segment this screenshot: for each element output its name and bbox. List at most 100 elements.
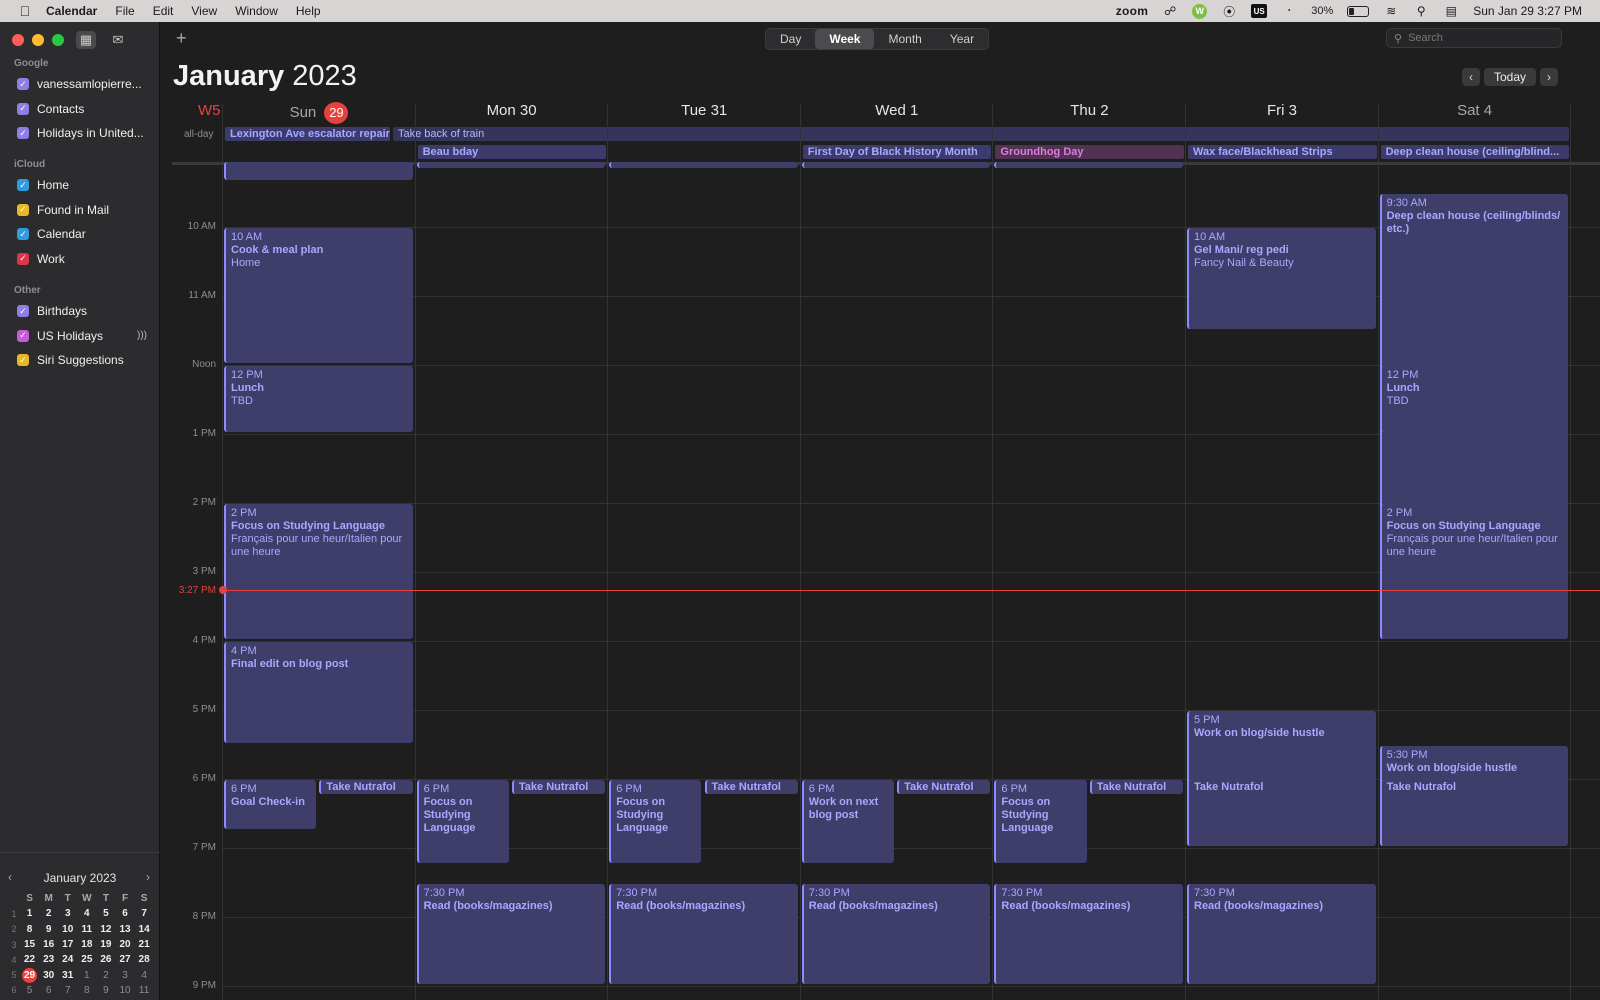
calendar-checkbox[interactable]: ✓	[17, 305, 29, 317]
mini-calendar-day[interactable]: 8	[77, 985, 96, 996]
apple-menu-icon[interactable]: 	[14, 3, 36, 19]
mini-calendar-day[interactable]: 31	[58, 970, 77, 981]
mini-calendar-today[interactable]: 29	[20, 967, 39, 983]
mini-calendar-day[interactable]: 5	[96, 908, 115, 919]
app-menu[interactable]: Calendar	[46, 4, 97, 18]
calendar-event[interactable]: Take Nutrafol	[1379, 780, 1569, 847]
inbox-icon[interactable]: ✉	[108, 31, 128, 49]
calendar-event[interactable]: Take Nutrafol	[1089, 780, 1183, 795]
calendar-event[interactable]: 6 PM Focus on Studying Language	[994, 780, 1087, 864]
day-header-sat[interactable]: Sat 4	[1379, 102, 1571, 119]
calendar-event[interactable]: 7:30 PM Read (books/magazines)	[416, 883, 606, 985]
previous-week-icon[interactable]: ‹	[1462, 68, 1480, 86]
bluetooth-icon[interactable]: ᛫	[1281, 4, 1297, 18]
sidebar-item-holidays-in-united[interactable]: ✓ Holidays in United...	[17, 123, 147, 143]
calendar-checkbox[interactable]: ✓	[17, 252, 29, 265]
calendar-event[interactable]: 6 PM Focus on Studying Language	[609, 780, 702, 864]
minimize-window-button[interactable]	[32, 34, 44, 46]
mini-calendar-day[interactable]: 16	[39, 939, 58, 950]
mini-calendar-day[interactable]: 18	[77, 939, 96, 950]
mini-calendar-day[interactable]: 7	[135, 908, 154, 919]
sidebar-item-home[interactable]: ✓ Home	[17, 175, 147, 195]
battery-icon[interactable]	[1347, 5, 1370, 17]
view-tab-week[interactable]: Week	[815, 29, 875, 49]
mini-calendar-day[interactable]: 13	[115, 924, 134, 935]
view-tab-day[interactable]: Day	[766, 29, 815, 49]
today-button[interactable]: Today	[1484, 68, 1537, 86]
calendar-event[interactable]: 7:30 PM Read (books/magazines)	[801, 883, 991, 985]
sidebar-item-work[interactable]: ✓ Work	[17, 249, 147, 269]
calendar-event[interactable]: 2 PM Focus on Studying Language Français p…	[1379, 504, 1569, 640]
event-continuation[interactable]	[801, 162, 991, 168]
calendar-checkbox[interactable]: ✓	[17, 127, 29, 139]
calendar-event[interactable]: Take Nutrafol	[511, 780, 606, 795]
event-continuation[interactable]	[994, 162, 1183, 168]
calendar-event[interactable]: 7:30 PM Read (books/magazines)	[994, 883, 1183, 985]
calendar-event[interactable]: 6 PM Work on next blog post	[801, 780, 895, 864]
mini-calendar-day[interactable]: 2	[96, 970, 115, 981]
close-window-button[interactable]	[12, 34, 24, 46]
mini-calendar-day[interactable]: 3	[115, 970, 134, 981]
calendar-checkbox[interactable]: ✓	[17, 354, 29, 366]
sidebar-item-us-holidays[interactable]: ✓ US Holidays)))	[17, 326, 147, 346]
day-header-fri[interactable]: Fri 3	[1186, 102, 1378, 119]
mini-calendar-day[interactable]: 7	[58, 985, 77, 996]
mini-calendar-next-icon[interactable]: ›	[146, 870, 150, 884]
mini-calendar-day[interactable]: 23	[39, 954, 58, 965]
mini-calendar-day[interactable]: 4	[77, 908, 96, 919]
day-header-thu[interactable]: Thu 2	[993, 102, 1185, 119]
sidebar-item-contacts[interactable]: ✓ Contacts	[17, 99, 147, 119]
calendar-checkbox[interactable]: ✓	[17, 78, 29, 90]
menu-view[interactable]: View	[191, 4, 217, 18]
calendar-event[interactable]: 7:30 PM Read (books/magazines)	[1187, 883, 1376, 985]
allday-event[interactable]: Take back of train	[393, 127, 1570, 141]
add-event-button[interactable]: +	[176, 28, 187, 49]
mini-calendar-day[interactable]: 11	[135, 985, 154, 996]
calendar-checkbox[interactable]: ✓	[17, 228, 29, 240]
sidebar-item-siri-suggestions[interactable]: ✓ Siri Suggestions	[17, 350, 147, 370]
w-app-icon[interactable]: W	[1192, 3, 1208, 19]
calendar-event[interactable]: Take Nutrafol	[704, 780, 798, 795]
wifi-icon[interactable]: ≋	[1383, 4, 1399, 18]
event-continuation[interactable]	[609, 162, 798, 168]
control-center-icon[interactable]: ▤	[1443, 4, 1459, 18]
mini-calendar-day[interactable]: 4	[135, 970, 154, 981]
zoom-window-button[interactable]	[52, 34, 64, 46]
allday-event[interactable]: Lexington Ave escalator repair	[225, 127, 390, 141]
menu-file[interactable]: File	[115, 4, 134, 18]
allday-event[interactable]: First Day of Black History Month	[802, 145, 992, 159]
mini-calendar-day[interactable]: 2	[39, 908, 58, 919]
next-week-icon[interactable]: ›	[1540, 68, 1559, 86]
menu-window[interactable]: Window	[235, 4, 278, 18]
input-source-icon[interactable]: US	[1251, 4, 1268, 18]
calendars-toggle-icon[interactable]: ▦	[76, 31, 96, 49]
mini-calendar-day[interactable]: 25	[77, 954, 96, 965]
spotlight-search-icon[interactable]: ⚲	[1413, 4, 1429, 18]
creative-cloud-icon[interactable]: ☍	[1162, 4, 1178, 18]
allday-event[interactable]: Beau bday	[417, 145, 607, 159]
day-header-wed[interactable]: Wed 1	[801, 102, 993, 119]
allday-event[interactable]: Groundhog Day	[995, 145, 1184, 159]
zoom-menu-extra[interactable]: zoom	[1116, 4, 1149, 18]
calendar-event[interactable]: 7:30 PM Read (books/magazines)	[609, 883, 798, 985]
mini-calendar-day[interactable]: 10	[115, 985, 134, 996]
allday-event[interactable]: Wax face/Blackhead Strips	[1188, 145, 1377, 159]
sidebar-item-birthdays[interactable]: ✓ Birthdays	[17, 301, 147, 321]
mini-calendar-day[interactable]: 5	[20, 985, 39, 996]
calendar-event[interactable]: Take Nutrafol	[897, 780, 991, 795]
mini-calendar-day[interactable]: 15	[20, 939, 39, 950]
mini-calendar-day[interactable]: 27	[115, 954, 134, 965]
mini-calendar-day[interactable]: 10	[58, 924, 77, 935]
menu-edit[interactable]: Edit	[153, 4, 174, 18]
event-continuation[interactable]	[224, 162, 413, 180]
mini-calendar-day[interactable]: 3	[58, 908, 77, 919]
mini-calendar-day[interactable]: 26	[96, 954, 115, 965]
calendar-checkbox[interactable]: ✓	[17, 102, 29, 115]
calendar-checkbox[interactable]: ✓	[17, 329, 29, 342]
menubar-clock[interactable]: Sun Jan 29 3:27 PM	[1473, 4, 1582, 18]
view-tab-year[interactable]: Year	[936, 29, 988, 49]
calendar-event[interactable]: 6 PM Focus on Studying Language	[416, 780, 509, 864]
mini-calendar-day[interactable]: 17	[58, 939, 77, 950]
sidebar-item-calendar[interactable]: ✓ Calendar	[17, 224, 147, 244]
sidebar-item-found-in-mail[interactable]: ✓ Found in Mail	[17, 200, 147, 220]
